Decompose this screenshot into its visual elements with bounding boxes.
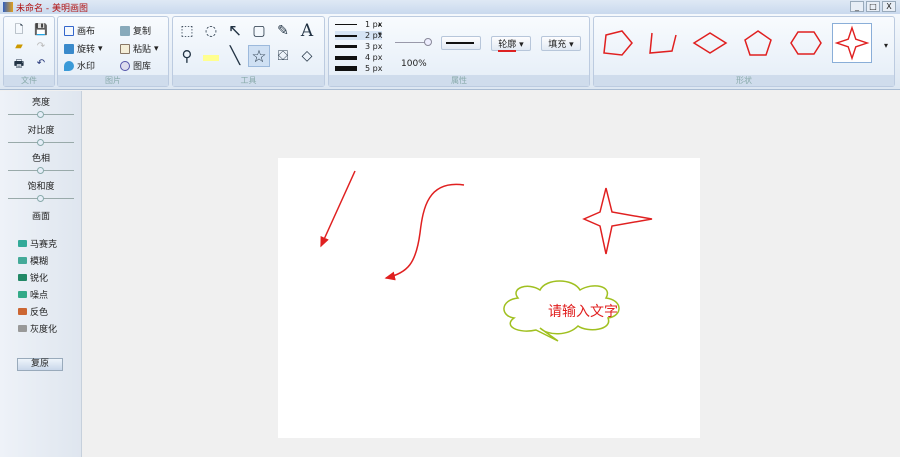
line-width-3[interactable]: 3 px	[335, 42, 382, 51]
shape-diamond[interactable]	[692, 25, 728, 61]
adjust-panel: 亮度 对比度 色相 饱和度 画面 马赛克 模糊 锐化 噪点 反色 灰度化 复原	[0, 91, 82, 457]
outline-dropdown[interactable]: 轮廓 ▾	[491, 36, 531, 52]
copy-button[interactable]: 复制	[120, 24, 151, 37]
watermark-button[interactable]: 水印	[64, 59, 95, 72]
eraser-icon[interactable]: ◇	[296, 45, 318, 67]
info-icon	[120, 60, 130, 71]
shapes-group-label: 形状	[594, 75, 894, 86]
line-width-5[interactable]: 5 px	[335, 64, 382, 73]
blur-icon	[18, 257, 27, 264]
paste-button[interactable]: 粘贴 ▾	[120, 42, 159, 55]
effect-noise[interactable]: 噪点	[18, 288, 48, 301]
shape-open-polygon[interactable]	[644, 25, 680, 61]
rotate-button[interactable]: 旋转 ▾	[64, 42, 103, 55]
effects-section-label: 画面	[31, 212, 50, 222]
fill-dropdown[interactable]: 填充 ▾	[541, 36, 581, 51]
rotate-icon	[64, 43, 74, 54]
lasso-icon[interactable]: ◌	[200, 20, 222, 42]
copy-icon	[120, 25, 130, 36]
line-width-2[interactable]: 2 px	[335, 31, 383, 40]
sharpen-icon	[18, 274, 27, 281]
shape-irregular-polygon[interactable]	[600, 25, 636, 61]
paste-icon	[120, 43, 130, 54]
gallery-button[interactable]: 图库	[120, 59, 151, 72]
star-icon[interactable]: ☆	[248, 45, 270, 67]
app-icon	[3, 2, 13, 12]
canvas-icon	[64, 25, 74, 36]
callout-text[interactable]: 请输入文字	[548, 304, 618, 320]
straight-arrow[interactable]	[320, 170, 356, 248]
contrast-thumb[interactable]	[37, 139, 44, 146]
grayscale-icon	[18, 325, 27, 332]
effect-mosaic[interactable]: 马赛克	[18, 237, 57, 250]
curved-arrow[interactable]	[384, 183, 465, 281]
window-title: 未命名 - 美明画图	[16, 4, 88, 14]
rect-select-icon[interactable]: ⬚	[176, 20, 198, 42]
hue-thumb[interactable]	[37, 167, 44, 174]
print-icon[interactable]: 🖶	[8, 53, 30, 75]
line-style-dropdown[interactable]	[441, 36, 481, 50]
line-width-1[interactable]: 1 px	[335, 20, 382, 29]
file-group-label: 文件	[4, 75, 54, 86]
shape-four-point-star[interactable]	[832, 23, 872, 63]
text-icon[interactable]: A	[296, 20, 318, 42]
line-width-4[interactable]: 4 px	[335, 53, 382, 62]
file-group: 🗋 💾 ▰ ↷ 🖶 ↶ 文件	[3, 16, 55, 87]
tools-group: ⬚ ◌ ↖ ▢ ✎ A ⚲ ╲ ☆ ⛋ ◇ 工具	[172, 16, 325, 87]
invert-icon	[18, 308, 27, 315]
canvas-drawing: 请输入文字	[320, 170, 653, 342]
highlighter-icon[interactable]	[200, 45, 222, 67]
zoom-slider-thumb[interactable]	[424, 38, 432, 46]
saturation-thumb[interactable]	[37, 195, 44, 202]
effect-invert[interactable]: 反色	[18, 305, 48, 318]
water-drop-icon	[64, 60, 74, 71]
star-shape[interactable]	[582, 187, 653, 255]
shape-pentagon[interactable]	[740, 25, 776, 61]
effect-blur[interactable]: 模糊	[18, 254, 48, 267]
scroll-up-icon[interactable]: ▴	[378, 20, 382, 28]
properties-group-label: 属性	[329, 75, 589, 86]
pencil-icon[interactable]: ✎	[272, 20, 294, 42]
hue-label: 色相	[31, 154, 50, 164]
reset-button[interactable]: 复原	[17, 358, 63, 371]
effect-grayscale[interactable]: 灰度化	[18, 322, 57, 335]
arrow-icon[interactable]: ↖	[224, 20, 246, 42]
brightness-thumb[interactable]	[37, 111, 44, 118]
shapes-more-icon[interactable]: ▾	[884, 41, 888, 50]
properties-group: 1 px 2 px 3 px 4 px 5 px ▴ ▾ 100% 轮廓 ▾ 填…	[328, 16, 590, 87]
close-button[interactable]: X	[882, 1, 896, 12]
undo-icon[interactable]: ↶	[30, 53, 52, 75]
canvas-button[interactable]: 画布	[64, 24, 95, 37]
noise-icon	[18, 291, 27, 298]
drawing-canvas[interactable]: 请输入文字	[278, 158, 700, 438]
magnifier-icon[interactable]: ⚲	[176, 45, 198, 67]
rounded-rect-icon[interactable]: ▢	[248, 20, 270, 42]
saturation-label: 饱和度	[27, 182, 55, 192]
minimize-button[interactable]: _	[850, 1, 864, 12]
effect-sharpen[interactable]: 锐化	[18, 271, 48, 284]
image-group: 画布 旋转 ▾ 水印 复制 粘贴 ▾ 图库 图片	[57, 16, 169, 87]
tools-group-label: 工具	[173, 75, 324, 86]
ribbon: 🗋 💾 ▰ ↷ 🖶 ↶ 文件 画布 旋转 ▾ 水印 复制 粘贴 ▾ 图库 图片 …	[0, 14, 900, 90]
shapes-group: ▾ 形状	[593, 16, 895, 87]
image-group-label: 图片	[58, 75, 168, 86]
fill-bucket-icon[interactable]: ⛋	[272, 45, 294, 67]
zoom-value: 100%	[401, 59, 427, 69]
contrast-label: 对比度	[27, 126, 55, 136]
shape-hexagon[interactable]	[788, 25, 824, 61]
title-bar: 未命名 - 美明画图 _ □ X	[0, 0, 900, 14]
maximize-button[interactable]: □	[866, 1, 880, 12]
workspace: 请输入文字	[83, 91, 900, 457]
line-icon[interactable]: ╲	[224, 45, 246, 67]
brightness-label: 亮度	[31, 98, 50, 108]
scroll-down-icon[interactable]: ▾	[378, 30, 382, 38]
mosaic-icon	[18, 240, 27, 247]
